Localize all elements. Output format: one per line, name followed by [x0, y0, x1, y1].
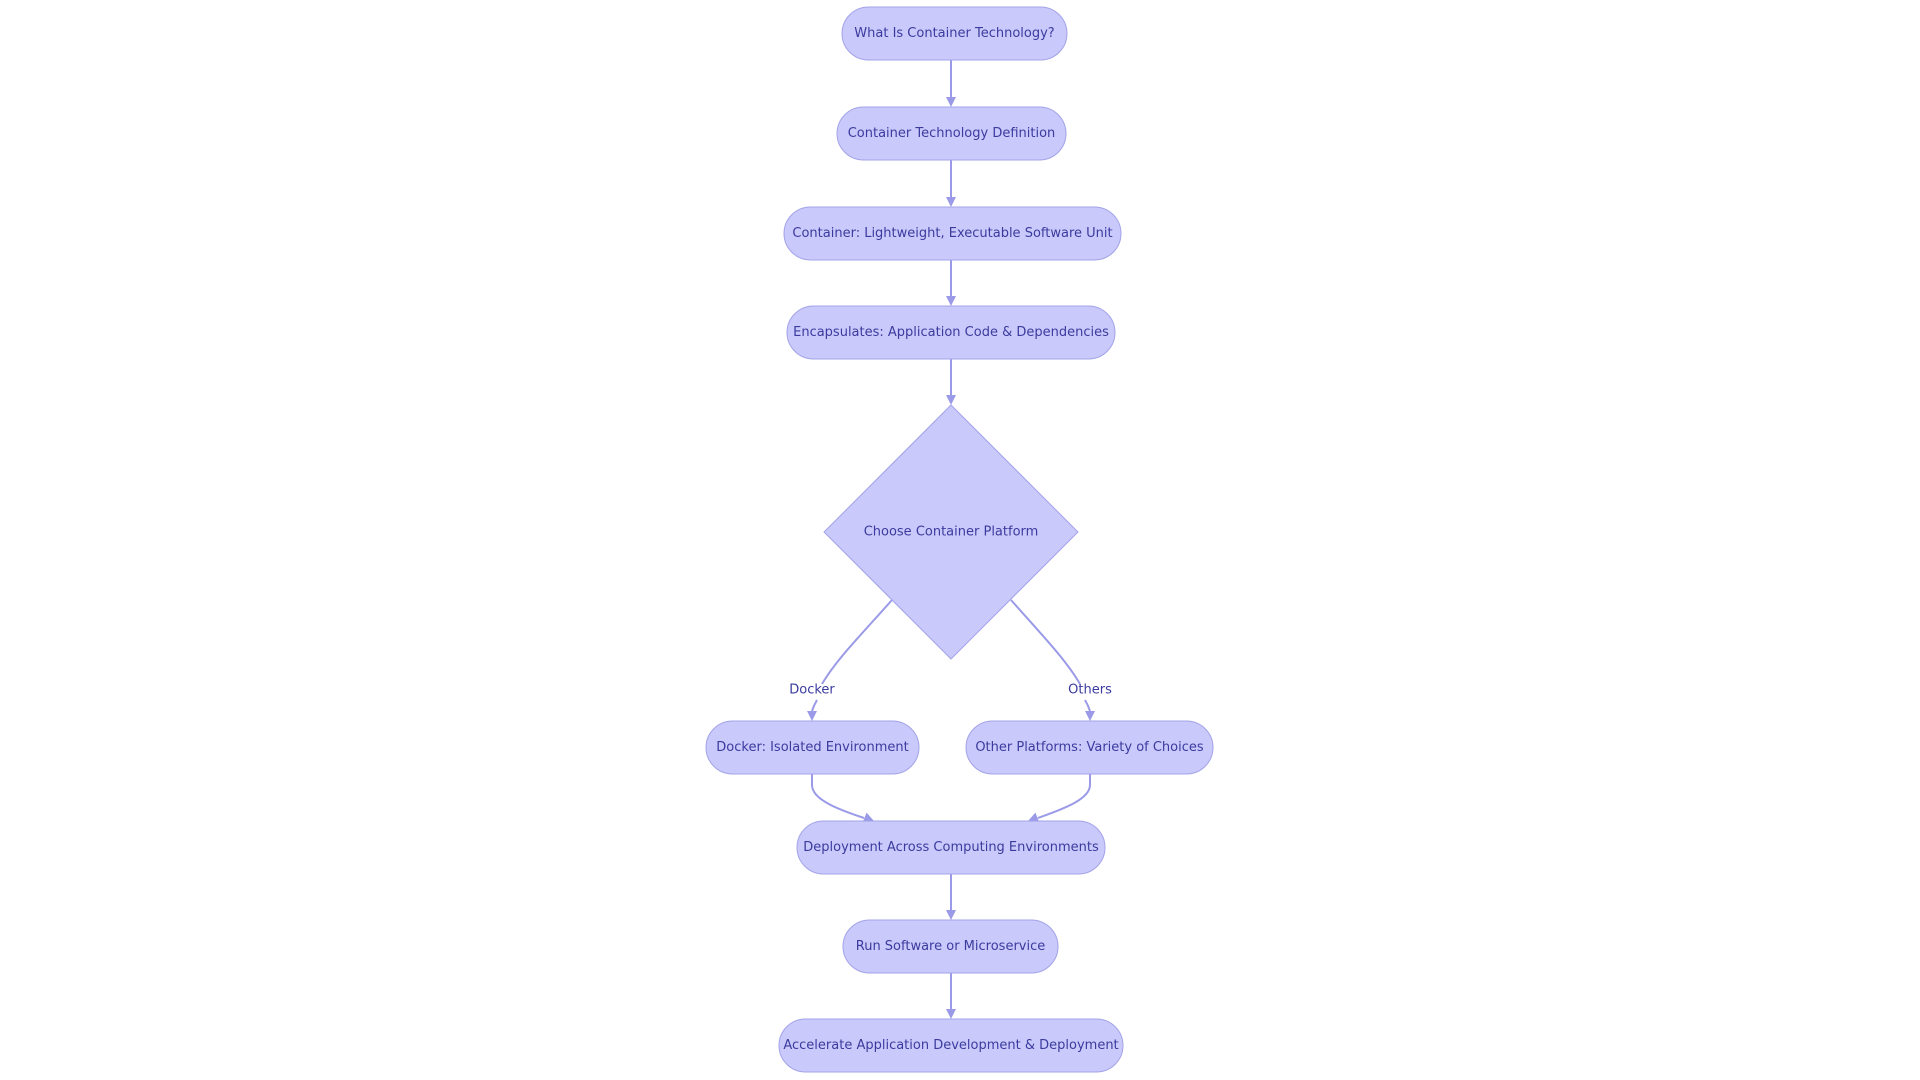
edge-n4-n5	[946, 359, 956, 405]
node-label: Deployment Across Computing Environments	[803, 840, 1099, 855]
edge-label-others: Others	[1068, 683, 1112, 698]
node-label: What Is Container Technology?	[854, 26, 1054, 41]
edge-n3-n4	[946, 260, 956, 306]
edge-label-docker: Docker	[789, 683, 835, 698]
flowchart-diagram: What Is Container Technology? Container T…	[705, 6, 1214, 1073]
edge-n2-n3	[946, 160, 956, 207]
node-label: Accelerate Application Development & Dep…	[783, 1038, 1118, 1053]
edge-n7-n8	[1028, 774, 1091, 822]
edge-n8-n9	[946, 874, 956, 920]
flow-node-n7[interactable]: Other Platforms: Variety of Choices	[965, 720, 1214, 775]
edge-n1-n2	[946, 60, 956, 107]
arrow-head-icon	[1085, 711, 1095, 721]
flow-node-n10[interactable]: Accelerate Application Development & Dep…	[778, 1018, 1124, 1073]
node-label: Container: Lightweight, Executable Softw…	[792, 226, 1112, 241]
edge-n9-n10	[946, 973, 956, 1019]
flow-node-n8[interactable]: Deployment Across Computing Environments	[796, 820, 1106, 875]
edge-n6-n8	[811, 774, 874, 822]
edge-line	[811, 774, 865, 819]
edge-labels-layer: Docker Others	[789, 683, 1112, 698]
arrow-head-icon	[946, 910, 956, 920]
flow-node-n2[interactable]: Container Technology Definition	[836, 106, 1067, 161]
node-label: Choose Container Platform	[864, 525, 1039, 540]
arrow-head-icon	[807, 711, 817, 721]
arrow-head-icon	[946, 296, 956, 306]
arrow-head-icon	[946, 97, 956, 107]
arrow-head-icon	[946, 197, 956, 207]
arrow-head-icon	[946, 1009, 956, 1019]
flow-node-n6[interactable]: Docker: Isolated Environment	[705, 720, 920, 775]
node-label: Docker: Isolated Environment	[716, 740, 908, 755]
flow-node-n5[interactable]: Choose Container Platform	[823, 404, 1079, 660]
flow-node-n9[interactable]: Run Software or Microservice	[842, 919, 1059, 974]
arrow-head-icon	[946, 395, 956, 405]
flow-node-n1[interactable]: What Is Container Technology?	[841, 6, 1068, 61]
nodes-layer: What Is Container Technology? Container T…	[705, 6, 1214, 1073]
edge-n5-n6	[807, 599, 893, 721]
edge-line	[1037, 774, 1091, 819]
node-label: Encapsulates: Application Code & Depende…	[793, 325, 1109, 340]
flow-node-n3[interactable]: Container: Lightweight, Executable Softw…	[783, 206, 1122, 261]
node-label: Container Technology Definition	[848, 126, 1056, 141]
node-label: Run Software or Microservice	[856, 939, 1045, 954]
flow-node-n4[interactable]: Encapsulates: Application Code & Depende…	[786, 305, 1116, 360]
node-label: Other Platforms: Variety of Choices	[975, 740, 1204, 755]
edge-n5-n7	[1010, 599, 1095, 721]
